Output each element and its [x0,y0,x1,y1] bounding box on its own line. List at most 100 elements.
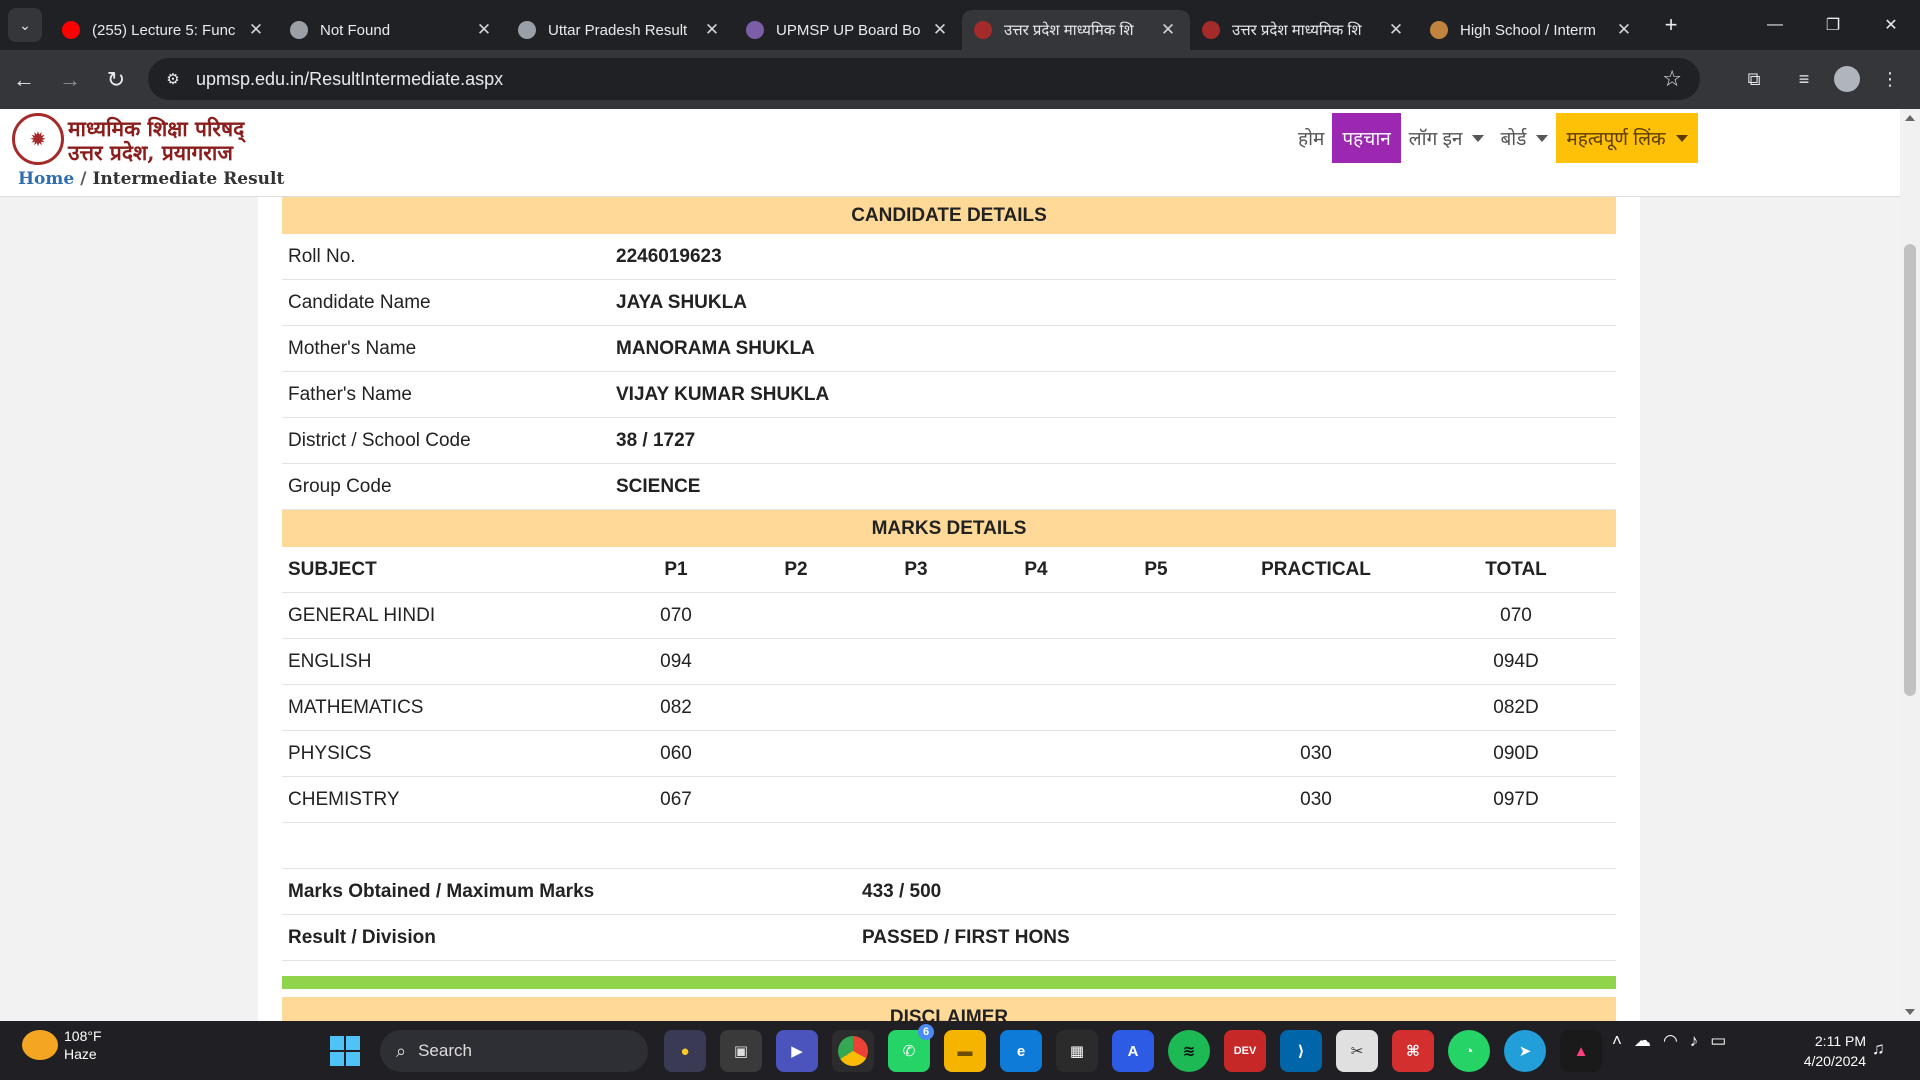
weather-widget[interactable]: 108°F Haze [22,1027,102,1063]
edge-icon[interactable]: e [1000,1030,1042,1072]
browser-tab[interactable]: High School / Interm ✕ [1418,10,1646,50]
reload-button[interactable]: ↻ [94,58,138,102]
disclaimer-heading: DISCLAIMER [282,997,1616,1021]
new-tab-button[interactable]: + [1656,12,1686,38]
forward-button[interactable]: → [48,58,92,102]
breadcrumb-home-link[interactable]: Home [18,169,74,189]
marks-cell: 030 [1300,788,1332,810]
candidate-field-value: JAYA SHUKLA [616,291,747,313]
browser-tab[interactable]: (255) Lecture 5: Func ✕ [50,10,278,50]
browser-tab[interactable]: उत्तर प्रदेश माध्यमिक शि ✕ [1190,10,1418,50]
candidate-row: Candidate Name JAYA SHUKLA [282,280,1616,326]
snipping-tool-icon[interactable]: ✂ [1336,1030,1378,1072]
system-tray: ˄ ☁ ◠ ♪ ▭ [1612,1031,1726,1051]
spacer-row [282,823,1616,869]
menu-kebab-icon[interactable]: ⋮ [1870,59,1910,99]
close-tab-icon[interactable]: ✕ [474,20,494,40]
task-view-icon[interactable]: ▣ [720,1030,762,1072]
nav-board[interactable]: बोर्ड [1492,113,1556,163]
caret-down-icon [1472,134,1485,142]
marks-row: PHYSICS 060 030 090D [282,731,1616,777]
web-page: ✹ माध्यमिक शिक्षा परिषद् उत्तर प्रदेश, प… [0,109,1920,1021]
candidate-field-value: MANORAMA SHUKLA [616,337,815,359]
browser-tab[interactable]: UPMSP UP Board Bo ✕ [734,10,962,50]
back-button[interactable]: ← [2,58,46,102]
up-emblem-logo[interactable]: ✹ [12,113,64,165]
tab-search-button[interactable]: ⌄ [8,8,42,42]
summary-value: 433 / 500 [862,880,942,902]
notification-bell-icon[interactable]: ♫ [1872,1039,1885,1059]
copilot-icon[interactable]: ● [664,1030,706,1072]
browser-tab[interactable]: Uttar Pradesh Result ✕ [506,10,734,50]
spotify-icon[interactable]: ≋ [1168,1030,1210,1072]
telegram-icon[interactable]: ➤ [1504,1030,1546,1072]
whatsapp-desktop-icon[interactable]: ◔ [1448,1030,1490,1072]
taskbar-search[interactable]: ⌕ Search [380,1030,648,1072]
candidate-row: District / School Code 38 / 1727 [282,418,1616,464]
minimize-icon[interactable]: — [1746,0,1804,50]
windows-start-icon[interactable] [330,1036,360,1066]
marks-cell: 030 [1300,742,1332,764]
weather-temp: 108°F [64,1028,102,1044]
close-tab-icon[interactable]: ✕ [1614,20,1634,40]
tab-title: उत्तर प्रदेश माध्यमिक शि [1004,22,1134,39]
candidate-field-label: Mother's Name [288,337,417,359]
candidate-field-value: 2246019623 [616,245,722,267]
vscode-icon[interactable]: ⟩ [1280,1030,1322,1072]
teams-chat-icon[interactable]: ▶ [776,1030,818,1072]
weather-condition: Haze [64,1046,97,1062]
arc-app-icon[interactable]: ▲ [1560,1030,1602,1072]
scrollbar-thumb[interactable] [1904,244,1916,696]
browser-tab[interactable]: उत्तर प्रदेश माध्यमिक शि ✕ [962,10,1190,50]
volume-icon[interactable]: ♪ [1690,1031,1699,1051]
nav-login-label: लॉग इन [1408,129,1463,150]
devcpp-icon[interactable]: DEV [1224,1030,1266,1072]
caret-down-icon [1675,134,1688,142]
marks-column-header: P4 [1024,558,1048,580]
media-control-icon[interactable]: ≡ [1784,59,1824,99]
close-window-icon[interactable]: ✕ [1862,0,1920,50]
scroll-up-arrow[interactable] [1905,115,1915,121]
close-tab-icon[interactable]: ✕ [1158,20,1178,40]
onedrive-icon[interactable]: ☁ [1634,1031,1651,1051]
wifi-icon[interactable]: ◠ [1663,1031,1678,1051]
battery-icon[interactable]: ▭ [1710,1031,1726,1051]
summary-value: PASSED / FIRST HONS [862,926,1070,948]
subject-name: PHYSICS [288,742,372,764]
candidate-row: Mother's Name MANORAMA SHUKLA [282,326,1616,372]
browser-tab[interactable]: Not Found ✕ [278,10,506,50]
chrome-taskbar-icon[interactable] [832,1030,874,1072]
extensions-icon[interactable]: ⧉ [1734,59,1774,99]
taskbar-clock[interactable]: 2:11 PM 4/20/2024 [1786,1031,1866,1071]
candidate-field-value: 38 / 1727 [616,429,696,451]
store-icon[interactable]: ▦ [1056,1030,1098,1072]
nav-home[interactable]: होम [1290,113,1332,163]
close-tab-icon[interactable]: ✕ [246,20,266,40]
autocad-icon[interactable]: A [1112,1030,1154,1072]
nav-login[interactable]: लॉग इन [1401,113,1493,163]
url-text: upmsp.edu.in/ResultIntermediate.aspx [196,68,504,89]
close-tab-icon[interactable]: ✕ [1386,20,1406,40]
tab-title: High School / Interm [1460,21,1596,39]
profile-avatar[interactable] [1834,66,1860,92]
seal-icon [1430,21,1448,39]
close-tab-icon[interactable]: ✕ [702,20,722,40]
page-scrollbar[interactable] [1900,109,1920,1021]
haze-weather-icon [22,1030,58,1060]
breadcrumb-current: Intermediate Result [92,169,285,189]
close-tab-icon[interactable]: ✕ [930,20,950,40]
chevron-up-icon[interactable]: ˄ [1612,1031,1622,1051]
notification-badge: 6 [918,1024,934,1040]
site-info-icon[interactable]: ⚙ [158,64,188,94]
nav-important-links[interactable]: महत्वपूर्ण लिंक [1556,113,1698,163]
scroll-down-arrow[interactable] [1905,1009,1915,1015]
brand-line-2: उत्तर प्रदेश, प्रयागराज [68,140,233,165]
file-explorer-icon[interactable]: ▬ [944,1030,986,1072]
whatsapp-icon[interactable]: ✆ 6 [888,1024,934,1072]
marks-cell: 094D [1493,650,1539,672]
nav-pehchan[interactable]: पहचान [1332,113,1401,163]
address-bar[interactable]: ⚙ upmsp.edu.in/ResultIntermediate.aspx ☆ [148,58,1700,100]
acrobat-icon[interactable]: ⌘ [1392,1030,1434,1072]
restore-icon[interactable]: ❐ [1804,0,1862,50]
bookmark-star-icon[interactable]: ☆ [1662,66,1682,92]
